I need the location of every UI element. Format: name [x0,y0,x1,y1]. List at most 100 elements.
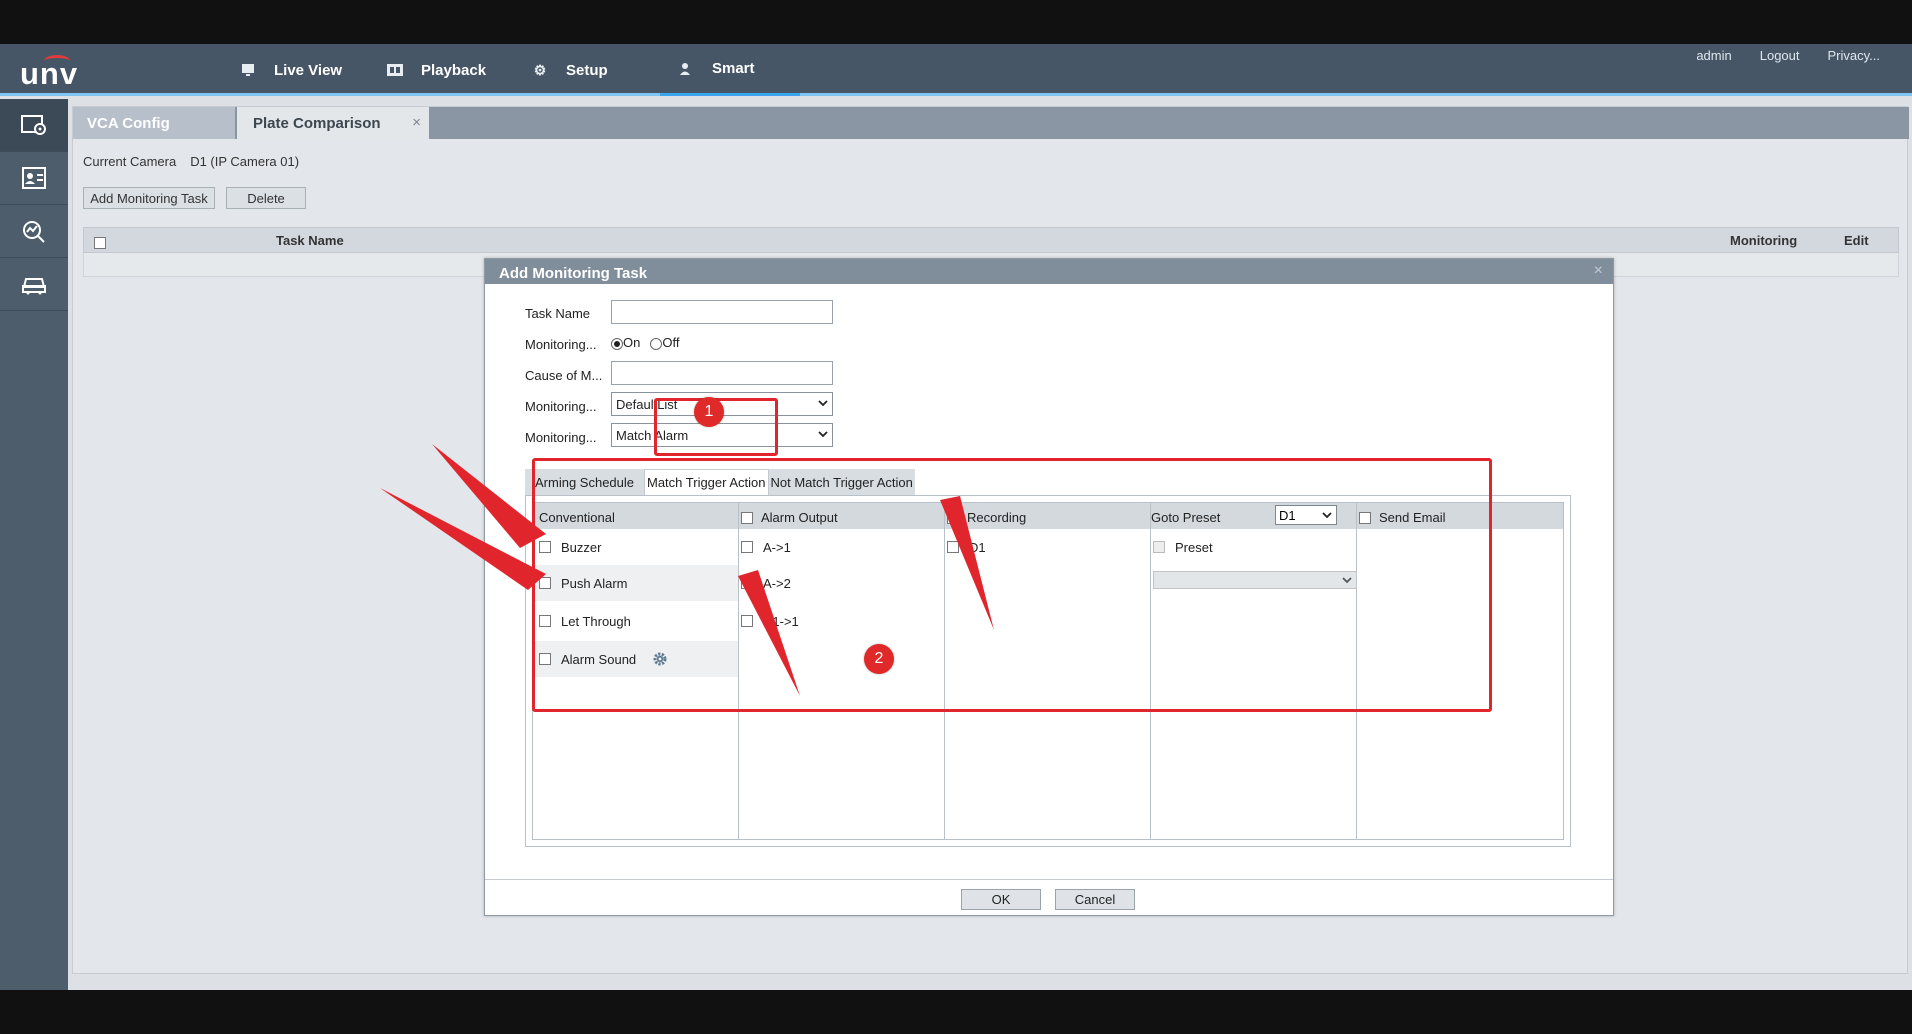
alarm-sound-option[interactable]: Alarm Sound [533,641,738,677]
nav-setup[interactable]: ⚙ Setup [532,44,608,96]
add-monitoring-task-button[interactable]: Add Monitoring Task [83,187,215,209]
goto-preset-camera-select[interactable]: D1 [1275,505,1337,525]
preset-option: Preset [1151,529,1213,565]
conventional-column: Conventional Buzzer Push Alarm Let Throu… [533,503,739,839]
push-alarm-option[interactable]: Push Alarm [533,565,738,601]
select-all-checkbox[interactable] [94,234,106,249]
alarm-output-a2[interactable]: A->2 [739,565,791,601]
alarm-output-a1[interactable]: A->1 [739,529,791,565]
chevron-down-icon [1322,512,1332,519]
subtab-match-trigger-action[interactable]: Match Trigger Action [644,469,769,495]
sidebar-item-vehicle[interactable] [0,258,68,311]
gear-icon[interactable] [652,651,668,667]
ok-button[interactable]: OK [961,889,1041,910]
monitoring-off-radio[interactable]: Off [650,335,679,350]
goto-preset-header-label: Goto Preset [1151,510,1221,525]
monitoring-status-radios: On Off [611,335,679,350]
unv-logo: unv [20,52,90,91]
sidebar [0,99,68,990]
tab-plate-comparison[interactable]: Plate Comparison × [237,107,429,139]
alarm-output-a2-label: A->2 [763,575,791,591]
monitoring-on-label: On [623,335,641,350]
recording-d1[interactable]: D1 [945,529,986,565]
send-email-header: Send Email [1359,510,1445,525]
chevron-down-icon [1342,577,1352,584]
monitoring-off-label: Off [662,335,680,350]
monitoring-list-select[interactable]: DefaultList [611,392,833,416]
monitoring-condition-label: Monitoring... [525,430,597,445]
task-name-input[interactable] [611,300,833,324]
smart-person-icon [678,61,694,77]
privacy-link[interactable]: Privacy... [1828,48,1881,63]
screen: unv Live View Playback ⚙ Setup Smart adm… [0,0,1912,1034]
alarm-sound-label: Alarm Sound [561,651,637,667]
recording-all-checkbox[interactable] [947,511,959,524]
delete-button[interactable]: Delete [226,187,306,209]
cancel-button[interactable]: Cancel [1055,889,1135,910]
chevron-down-icon [818,431,828,438]
task-table-header: Task Name Monitoring Edit [83,227,1899,253]
alarm-output-column: Alarm Output A->1 A->2 D1->1 [739,503,945,839]
col-monitoring: Monitoring [1730,233,1798,248]
nav-live-view-label: Live View [274,61,343,79]
id-card-icon [22,167,46,189]
sidebar-item-face-list[interactable] [0,152,68,205]
task-name-label: Task Name [525,306,591,321]
buzzer-option[interactable]: Buzzer [533,529,738,565]
tab-vca-config[interactable]: VCA Config [73,107,235,139]
alarm-sound-checkbox[interactable] [539,653,551,665]
nav-live-view[interactable]: Live View [240,44,342,96]
dialog-close-icon[interactable]: × [1594,262,1603,280]
screen-bottom-band [0,990,1912,1034]
push-alarm-checkbox[interactable] [539,577,551,589]
camera-settings-icon [21,115,46,135]
alarm-output-a1-checkbox[interactable] [741,541,753,553]
col-task-name: Task Name [276,233,344,248]
gear-icon: ⚙ [533,61,547,78]
monitoring-on-radio[interactable]: On [611,335,640,350]
goto-preset-header: Goto Preset [1151,510,1220,525]
alarm-output-a1-label: A->1 [763,539,791,555]
screen-top-band [0,0,1912,44]
logo-text: unv [20,56,79,91]
dialog-footer-divider [485,879,1613,880]
preset-select[interactable] [1153,571,1357,589]
nav-playback-label: Playback [421,61,487,79]
sidebar-item-vca-config[interactable] [0,99,68,152]
top-navbar: unv Live View Playback ⚙ Setup Smart adm… [0,44,1912,96]
car-icon [22,278,46,295]
let-through-option[interactable]: Let Through [533,603,738,639]
send-email-checkbox[interactable] [1359,511,1371,524]
preset-checkbox[interactable] [1153,541,1165,553]
nav-setup-label: Setup [566,61,608,79]
monitoring-list-label: Monitoring... [525,399,597,414]
preset-label: Preset [1175,539,1213,555]
alarm-output-d1-1[interactable]: D1->1 [739,603,799,639]
alarm-output-a2-checkbox[interactable] [741,577,753,589]
alarm-output-all-checkbox[interactable] [741,511,753,524]
cause-input[interactable] [611,361,833,385]
conventional-header: Conventional [539,510,615,525]
subtab-arming-schedule[interactable]: Arming Schedule [525,469,644,495]
ok-label: OK [991,892,1011,907]
alarm-output-d1-1-checkbox[interactable] [741,615,753,627]
recording-column: Recording D1 [945,503,1151,839]
recording-header: Recording [947,510,1026,525]
nav-smart[interactable]: Smart [660,44,800,96]
close-tab-icon[interactable]: × [412,114,421,131]
add-monitoring-task-dialog: Add Monitoring Task × Task Name Monitori… [484,258,1614,916]
nav-playback[interactable]: Playback [387,44,486,96]
send-email-header-label: Send Email [1379,510,1446,525]
sidebar-item-statistics[interactable] [0,205,68,258]
user-name: admin [1696,48,1732,63]
buzzer-checkbox[interactable] [539,541,551,553]
let-through-checkbox[interactable] [539,615,551,627]
monitoring-condition-select[interactable]: Match Alarm [611,423,833,447]
chevron-down-icon [818,400,828,407]
let-through-label: Let Through [561,613,631,629]
recording-d1-checkbox[interactable] [947,541,959,553]
trigger-action-columns: Conventional Buzzer Push Alarm Let Throu… [532,502,1564,840]
logout-link[interactable]: Logout [1760,48,1800,63]
dialog-title-bar: Add Monitoring Task × [485,259,1613,284]
subtab-not-match-trigger-action[interactable]: Not Match Trigger Action [768,469,915,495]
